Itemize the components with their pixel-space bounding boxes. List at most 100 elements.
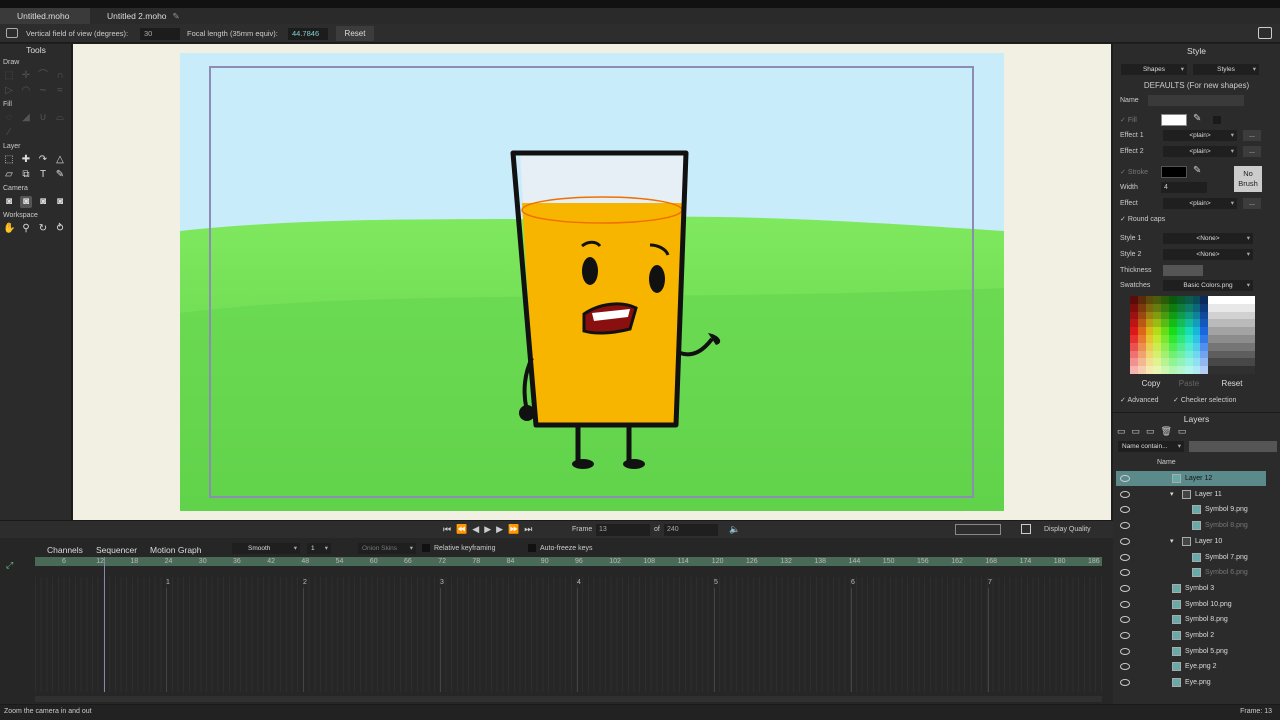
scale-layer-icon[interactable]: △ bbox=[54, 154, 66, 166]
color-swatch[interactable] bbox=[1169, 366, 1177, 374]
orbit-workspace-icon[interactable]: ⥁ bbox=[54, 223, 66, 235]
color-swatch[interactable] bbox=[1208, 350, 1216, 359]
color-swatch[interactable] bbox=[1184, 327, 1193, 335]
color-swatch[interactable] bbox=[1153, 296, 1162, 304]
color-swatch[interactable] bbox=[1247, 296, 1255, 304]
blob-brush-icon[interactable]: ∼ bbox=[37, 85, 49, 97]
color-swatch[interactable] bbox=[1247, 327, 1255, 335]
color-swatch[interactable] bbox=[1200, 366, 1209, 374]
color-swatch[interactable] bbox=[1215, 335, 1224, 343]
relative-keyframing-checkbox[interactable] bbox=[422, 544, 430, 552]
color-swatch[interactable] bbox=[1153, 350, 1162, 359]
color-swatch[interactable] bbox=[1161, 319, 1170, 328]
swatch-grid[interactable] bbox=[1130, 296, 1255, 374]
color-swatch[interactable] bbox=[1239, 296, 1248, 304]
playhead[interactable] bbox=[104, 557, 105, 692]
eye-icon[interactable] bbox=[1120, 647, 1130, 655]
color-swatch[interactable] bbox=[1169, 319, 1177, 328]
transport-controls[interactable]: ⏮⏪◀▶▶⏩⏭ bbox=[443, 524, 537, 535]
frame-ruler[interactable] bbox=[35, 557, 1102, 566]
color-swatch[interactable] bbox=[1184, 366, 1193, 374]
color-swatch[interactable] bbox=[1192, 350, 1201, 359]
layer-row[interactable]: ▾ Layer 11 bbox=[1116, 487, 1266, 502]
color-swatch[interactable] bbox=[1223, 327, 1232, 335]
color-swatch[interactable] bbox=[1231, 366, 1240, 374]
onion-skins-dropdown[interactable]: Onion Skins bbox=[358, 543, 416, 554]
color-swatch[interactable] bbox=[1153, 303, 1162, 312]
expand-icon[interactable]: ⤢ bbox=[6, 560, 13, 571]
color-swatch[interactable] bbox=[1130, 342, 1138, 351]
freehand-icon[interactable]: ◠ bbox=[20, 85, 32, 97]
color-swatch[interactable] bbox=[1192, 335, 1201, 343]
color-swatch[interactable] bbox=[1176, 319, 1185, 328]
color-swatch[interactable] bbox=[1137, 342, 1146, 351]
color-swatch[interactable] bbox=[1169, 358, 1177, 367]
layer-row[interactable]: Layer 12 bbox=[1116, 471, 1266, 486]
view-layout-icons[interactable] bbox=[955, 524, 1001, 535]
eye-icon[interactable] bbox=[1120, 616, 1130, 624]
color-swatch[interactable] bbox=[1192, 358, 1201, 367]
style1-dropdown[interactable]: <None> bbox=[1163, 233, 1253, 244]
color-swatch[interactable] bbox=[1223, 350, 1232, 359]
fill-color-swatch[interactable] bbox=[1161, 114, 1187, 126]
color-swatch[interactable] bbox=[1145, 319, 1154, 328]
color-swatch[interactable] bbox=[1153, 327, 1162, 335]
select-points-icon[interactable]: ⬚ bbox=[3, 70, 15, 82]
color-swatch[interactable] bbox=[1153, 311, 1162, 320]
roll-camera-icon[interactable]: ◙ bbox=[37, 196, 49, 208]
color-swatch[interactable] bbox=[1137, 319, 1146, 328]
advanced-checkbox[interactable]: ✓ Advanced bbox=[1120, 396, 1159, 404]
color-swatch[interactable] bbox=[1215, 358, 1224, 367]
color-swatch[interactable] bbox=[1215, 350, 1224, 359]
timeline-scrollbar[interactable] bbox=[35, 696, 1102, 702]
reset-button[interactable]: Reset bbox=[336, 26, 374, 41]
color-swatch[interactable] bbox=[1137, 311, 1146, 320]
select-shape-icon[interactable]: ◌ bbox=[3, 112, 15, 124]
layer-row[interactable]: Symbol 10.png bbox=[1116, 597, 1266, 612]
checker-selection-checkbox[interactable]: ✓ Checker selection bbox=[1173, 396, 1236, 404]
vfov-input[interactable]: 30 bbox=[140, 28, 180, 40]
color-swatch[interactable] bbox=[1247, 319, 1255, 328]
select-layer-icon[interactable]: ⬚ bbox=[3, 154, 15, 166]
color-swatch[interactable] bbox=[1223, 303, 1232, 312]
color-swatch[interactable] bbox=[1145, 335, 1154, 343]
color-swatch[interactable] bbox=[1239, 350, 1248, 359]
color-swatch[interactable] bbox=[1208, 296, 1216, 304]
expand-arrow-icon[interactable]: ▾ bbox=[1170, 487, 1174, 502]
color-swatch[interactable] bbox=[1223, 335, 1232, 343]
color-swatch[interactable] bbox=[1161, 327, 1170, 335]
color-swatch[interactable] bbox=[1192, 342, 1201, 351]
eye-icon[interactable] bbox=[1120, 537, 1130, 545]
color-swatch[interactable] bbox=[1161, 358, 1170, 367]
color-swatch[interactable] bbox=[1208, 311, 1216, 320]
color-swatch[interactable] bbox=[1239, 366, 1248, 374]
color-swatch[interactable] bbox=[1153, 335, 1162, 343]
color-swatch[interactable] bbox=[1239, 327, 1248, 335]
color-swatch[interactable] bbox=[1223, 366, 1232, 374]
color-swatch[interactable] bbox=[1208, 358, 1216, 367]
effect-more-button[interactable]: ... bbox=[1243, 198, 1261, 209]
stroke-checkbox[interactable]: ✓ Stroke bbox=[1120, 168, 1148, 176]
color-swatch[interactable] bbox=[1145, 366, 1154, 374]
color-swatch[interactable] bbox=[1223, 319, 1232, 328]
eraser-icon[interactable]: ≈ bbox=[54, 85, 66, 97]
color-swatch[interactable] bbox=[1161, 335, 1170, 343]
color-swatch[interactable] bbox=[1239, 311, 1248, 320]
transform-points-icon[interactable]: ✛ bbox=[20, 70, 32, 82]
translate-layer-icon[interactable]: ✚ bbox=[20, 154, 32, 166]
color-swatch[interactable] bbox=[1176, 350, 1185, 359]
expand-arrow-icon[interactable]: ▾ bbox=[1170, 534, 1174, 549]
color-swatch[interactable] bbox=[1130, 350, 1138, 359]
fit-view-icon[interactable] bbox=[1021, 524, 1031, 534]
swatches-dropdown[interactable]: Basic Colors.png bbox=[1163, 280, 1253, 291]
eye-icon[interactable] bbox=[1120, 632, 1130, 639]
color-swatch[interactable] bbox=[1184, 303, 1193, 312]
add-point-icon[interactable]: ⌒ bbox=[37, 70, 49, 82]
color-swatch[interactable] bbox=[1176, 358, 1185, 367]
color-swatch[interactable] bbox=[1208, 303, 1216, 312]
color-swatch[interactable] bbox=[1145, 342, 1154, 351]
color-swatch[interactable] bbox=[1184, 296, 1193, 304]
color-swatch[interactable] bbox=[1223, 358, 1232, 367]
color-swatch[interactable] bbox=[1200, 319, 1209, 328]
color-swatch[interactable] bbox=[1239, 319, 1248, 328]
